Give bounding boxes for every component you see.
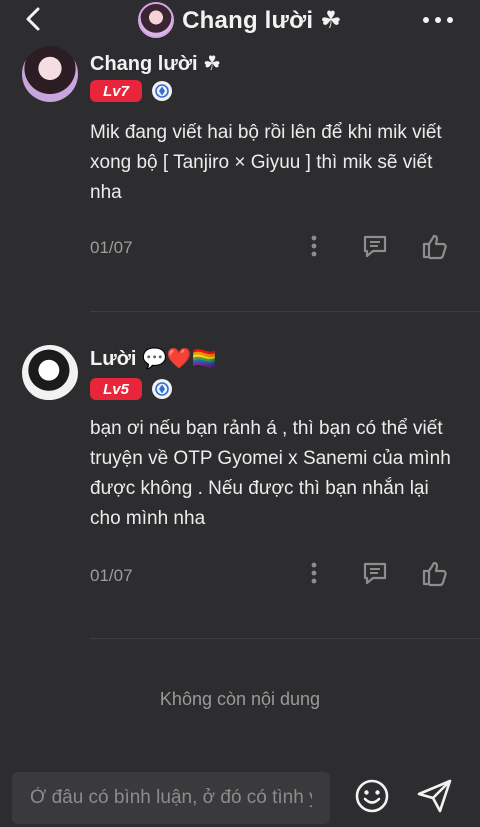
back-button[interactable] xyxy=(22,6,46,32)
send-icon xyxy=(417,779,452,813)
comment-text: bạn ơi nếu bạn rảnh á , thì bạn có thể v… xyxy=(90,418,451,529)
reply-icon xyxy=(363,562,387,585)
header-avatar[interactable] xyxy=(138,2,175,38)
more-vertical-icon xyxy=(311,562,317,584)
comment-input[interactable] xyxy=(12,772,330,824)
thumbs-up-icon xyxy=(422,234,447,260)
comment-date: 01/07 xyxy=(90,238,133,257)
comment-username[interactable]: Chang lười ☘ xyxy=(90,51,221,76)
comment-username[interactable]: Lười 💬❤️🏳️‍🌈 xyxy=(90,346,217,371)
reply-icon xyxy=(363,235,387,258)
verified-icon xyxy=(152,81,172,101)
emoji-button[interactable] xyxy=(354,778,390,814)
like-button[interactable] xyxy=(421,232,449,265)
reply-button[interactable] xyxy=(361,232,389,265)
end-of-content-note: Không còn nội dung xyxy=(159,689,321,709)
user-badges: Lv5 xyxy=(90,378,172,400)
like-button[interactable] xyxy=(421,559,449,592)
avatar[interactable] xyxy=(22,345,78,401)
divider xyxy=(90,311,480,312)
more-button[interactable] xyxy=(422,12,454,28)
comment-date: 01/07 xyxy=(90,566,133,585)
comment-more-button[interactable] xyxy=(306,561,322,590)
divider xyxy=(90,638,480,639)
more-vertical-icon xyxy=(311,235,317,257)
smiley-icon xyxy=(355,779,389,813)
reply-button[interactable] xyxy=(361,559,389,592)
comment-more-button[interactable] xyxy=(306,234,322,263)
avatar[interactable] xyxy=(22,46,78,102)
top-bar: Chang lười ☘ xyxy=(0,0,480,40)
level-badge: Lv5 xyxy=(90,378,142,400)
chat-header-identity: Chang lười ☘ xyxy=(138,2,342,38)
verified-icon xyxy=(152,379,172,399)
user-badges: Lv7 xyxy=(90,80,172,102)
page-title: Chang lười ☘ xyxy=(182,6,342,34)
comment-text: Mik đang viết hai bộ rồi lên để khi mik … xyxy=(90,122,442,203)
level-badge: Lv7 xyxy=(90,80,142,102)
more-horizontal-icon xyxy=(423,17,453,23)
send-button[interactable] xyxy=(416,778,454,814)
comment-composer xyxy=(0,760,480,827)
chevron-left-icon xyxy=(26,7,40,31)
thumbs-up-icon xyxy=(422,561,447,587)
